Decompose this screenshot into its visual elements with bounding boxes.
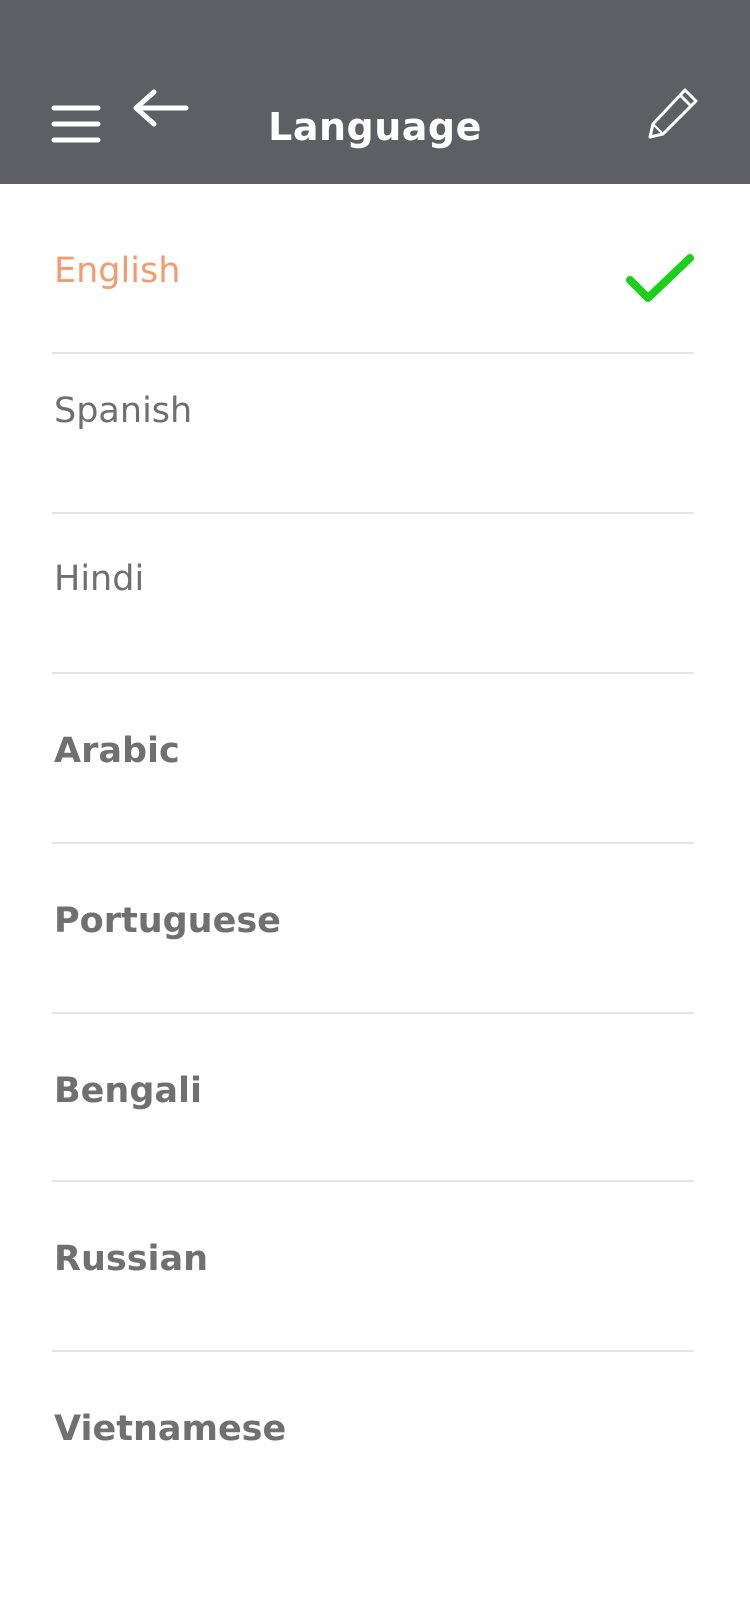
language-item-russian[interactable]: Russian <box>52 1236 694 1356</box>
page-title: Language <box>268 105 482 149</box>
language-item-spanish[interactable]: Spanish <box>52 388 694 508</box>
language-label: Vietnamese <box>54 1409 287 1449</box>
language-label: Spanish <box>54 391 193 431</box>
language-label: Portuguese <box>54 901 281 941</box>
divider <box>52 842 694 844</box>
menu-button[interactable] <box>46 98 106 150</box>
hamburger-menu-icon <box>51 105 101 143</box>
language-item-hindi[interactable]: Hindi <box>52 556 694 676</box>
language-label: Arabic <box>54 731 180 771</box>
pencil-icon <box>648 88 698 139</box>
divider <box>52 512 694 514</box>
divider <box>52 1012 694 1014</box>
language-item-arabic[interactable]: Arabic <box>52 728 694 848</box>
language-item-vietnamese[interactable]: Vietnamese <box>52 1406 694 1526</box>
language-label: Russian <box>54 1239 209 1279</box>
divider <box>52 1180 694 1182</box>
language-label: Hindi <box>54 559 145 599</box>
checkmark-icon <box>626 254 694 302</box>
divider <box>52 672 694 674</box>
app-header: Language <box>0 0 750 184</box>
edit-button[interactable] <box>640 82 704 146</box>
language-item-english[interactable]: English <box>52 242 694 352</box>
language-label: Bengali <box>54 1071 202 1111</box>
language-label: English <box>54 251 181 291</box>
language-item-portuguese[interactable]: Portuguese <box>52 898 694 1018</box>
divider <box>52 1350 694 1352</box>
divider <box>52 352 694 354</box>
language-item-bengali[interactable]: Bengali <box>52 1068 694 1188</box>
